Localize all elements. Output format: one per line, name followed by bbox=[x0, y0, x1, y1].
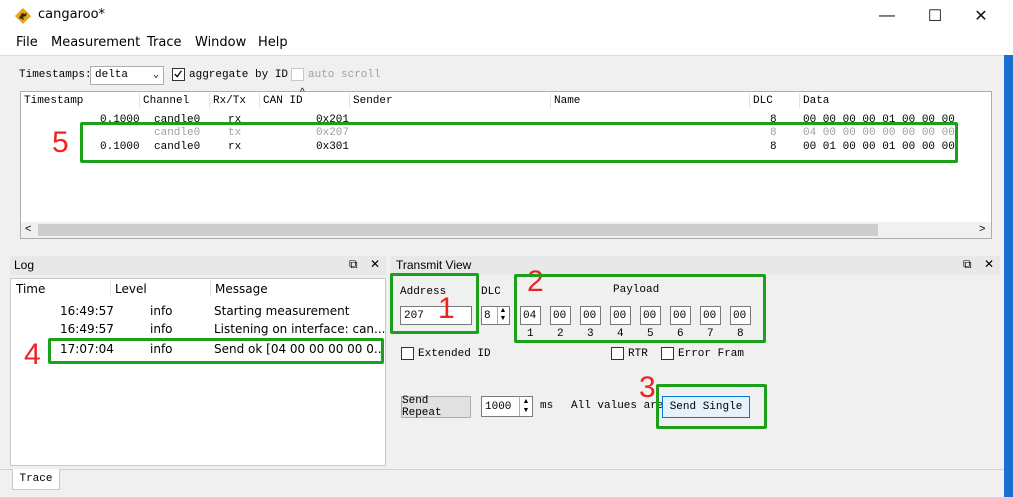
kangaroo-app-icon bbox=[15, 8, 31, 24]
minimize-icon: — bbox=[879, 6, 895, 24]
dlc-spin-arrows-icon[interactable]: ▲ ▼ bbox=[497, 307, 508, 324]
log-message: Listening on interface: can... bbox=[214, 322, 386, 336]
col-header-timestamp[interactable]: Timestamp bbox=[24, 95, 83, 107]
close-icon: ✕ bbox=[974, 7, 988, 25]
repeat-interval-value: 1000 bbox=[485, 401, 512, 413]
window-title: cangaroo* bbox=[38, 7, 106, 22]
dlc-value: 8 bbox=[484, 310, 491, 322]
highlight-box-log-row bbox=[48, 338, 384, 364]
menu-trace[interactable]: Trace bbox=[147, 35, 182, 50]
rtr-checkbox[interactable] bbox=[611, 347, 624, 360]
checkmark-icon bbox=[174, 70, 182, 78]
log-col-message[interactable]: Message bbox=[215, 282, 268, 296]
ms-label: ms bbox=[540, 400, 554, 412]
aggregate-label: aggregate by ID bbox=[189, 69, 289, 81]
chevron-down-icon: ⌄ bbox=[152, 70, 159, 81]
extended-id-checkbox[interactable] bbox=[401, 347, 414, 360]
menu-measurement[interactable]: Measurement bbox=[51, 35, 140, 50]
sort-ascending-icon: ^ bbox=[300, 87, 305, 98]
close-dock-icon[interactable]: ✕ bbox=[370, 257, 380, 271]
menu-help[interactable]: Help bbox=[258, 35, 288, 50]
menu-window[interactable]: Window bbox=[195, 35, 246, 50]
log-level: info bbox=[150, 304, 173, 318]
column-separator bbox=[799, 93, 800, 108]
column-separator bbox=[349, 93, 350, 108]
col-header-name[interactable]: Name bbox=[554, 95, 580, 107]
column-separator bbox=[550, 93, 551, 108]
log-time: 16:49:57 bbox=[60, 304, 114, 318]
col-header-channel[interactable]: Channel bbox=[143, 95, 189, 107]
desktop-edge bbox=[1004, 55, 1013, 497]
annotation-number-3: 3 bbox=[639, 371, 656, 404]
column-separator bbox=[139, 93, 140, 108]
col-header-dlc[interactable]: DLC bbox=[753, 95, 773, 107]
column-separator bbox=[210, 280, 211, 296]
float-dock-icon[interactable]: ⧉ bbox=[349, 257, 358, 272]
send-repeat-button[interactable]: Send Repeat bbox=[401, 395, 471, 419]
column-separator bbox=[110, 280, 111, 296]
log-col-time[interactable]: Time bbox=[16, 282, 45, 296]
scrollbar-thumb[interactable] bbox=[38, 224, 878, 236]
timestamps-label: Timestamps: bbox=[19, 69, 92, 81]
minimize-button[interactable]: — bbox=[864, 0, 910, 31]
rtr-label: RTR bbox=[628, 348, 648, 360]
highlight-box-send-single bbox=[656, 384, 767, 429]
log-message: Starting measurement bbox=[214, 304, 350, 318]
error-frame-label: Error Fram bbox=[678, 348, 745, 360]
maximize-icon: ☐ bbox=[927, 7, 943, 25]
transmit-dock-title: Transmit View bbox=[396, 258, 472, 272]
extended-id-label: Extended ID bbox=[418, 348, 491, 360]
column-separator bbox=[209, 93, 210, 108]
error-frame-checkbox[interactable] bbox=[661, 347, 674, 360]
maximize-button[interactable]: ☐ bbox=[912, 0, 958, 31]
col-header-data[interactable]: Data bbox=[803, 95, 829, 107]
float-dock-icon[interactable]: ⧉ bbox=[963, 257, 972, 272]
col-header-rxtx[interactable]: Rx/Tx bbox=[213, 95, 246, 107]
autoscroll-label: auto scroll bbox=[308, 69, 381, 81]
repeat-spin-arrows-icon[interactable]: ▲ ▼ bbox=[519, 397, 532, 416]
scroll-right-icon[interactable]: > bbox=[979, 223, 985, 235]
log-level: info bbox=[150, 322, 173, 336]
autoscroll-checkbox[interactable] bbox=[291, 68, 304, 81]
col-header-sender[interactable]: Sender bbox=[353, 95, 393, 107]
log-dock-header bbox=[10, 256, 386, 275]
log-time: 16:49:57 bbox=[60, 322, 114, 336]
close-dock-icon[interactable]: ✕ bbox=[984, 257, 994, 271]
col-header-canid[interactable]: CAN ID bbox=[263, 95, 303, 107]
menu-file[interactable]: File bbox=[16, 35, 38, 50]
log-col-level[interactable]: Level bbox=[115, 282, 147, 296]
dlc-label: DLC bbox=[481, 286, 501, 298]
highlight-box-address bbox=[390, 273, 479, 334]
timestamps-value: delta bbox=[95, 69, 129, 81]
tab-trace[interactable]: Trace bbox=[12, 469, 60, 490]
annotation-number-5: 5 bbox=[52, 126, 69, 159]
aggregate-checkbox[interactable] bbox=[172, 68, 185, 81]
column-separator bbox=[259, 93, 260, 108]
timestamps-select[interactable]: delta ⌄ bbox=[90, 66, 164, 85]
bottom-tab-bar bbox=[0, 469, 1004, 497]
highlight-box-trace-rows bbox=[80, 122, 958, 163]
transmit-dock-header bbox=[391, 256, 1000, 275]
highlight-box-payload bbox=[514, 274, 766, 343]
close-window-button[interactable]: ✕ bbox=[958, 0, 1004, 31]
column-separator bbox=[749, 93, 750, 108]
title-bar bbox=[0, 0, 1013, 31]
annotation-number-4: 4 bbox=[24, 338, 41, 371]
log-dock-title: Log bbox=[14, 258, 35, 272]
scroll-left-icon[interactable]: < bbox=[25, 223, 31, 235]
